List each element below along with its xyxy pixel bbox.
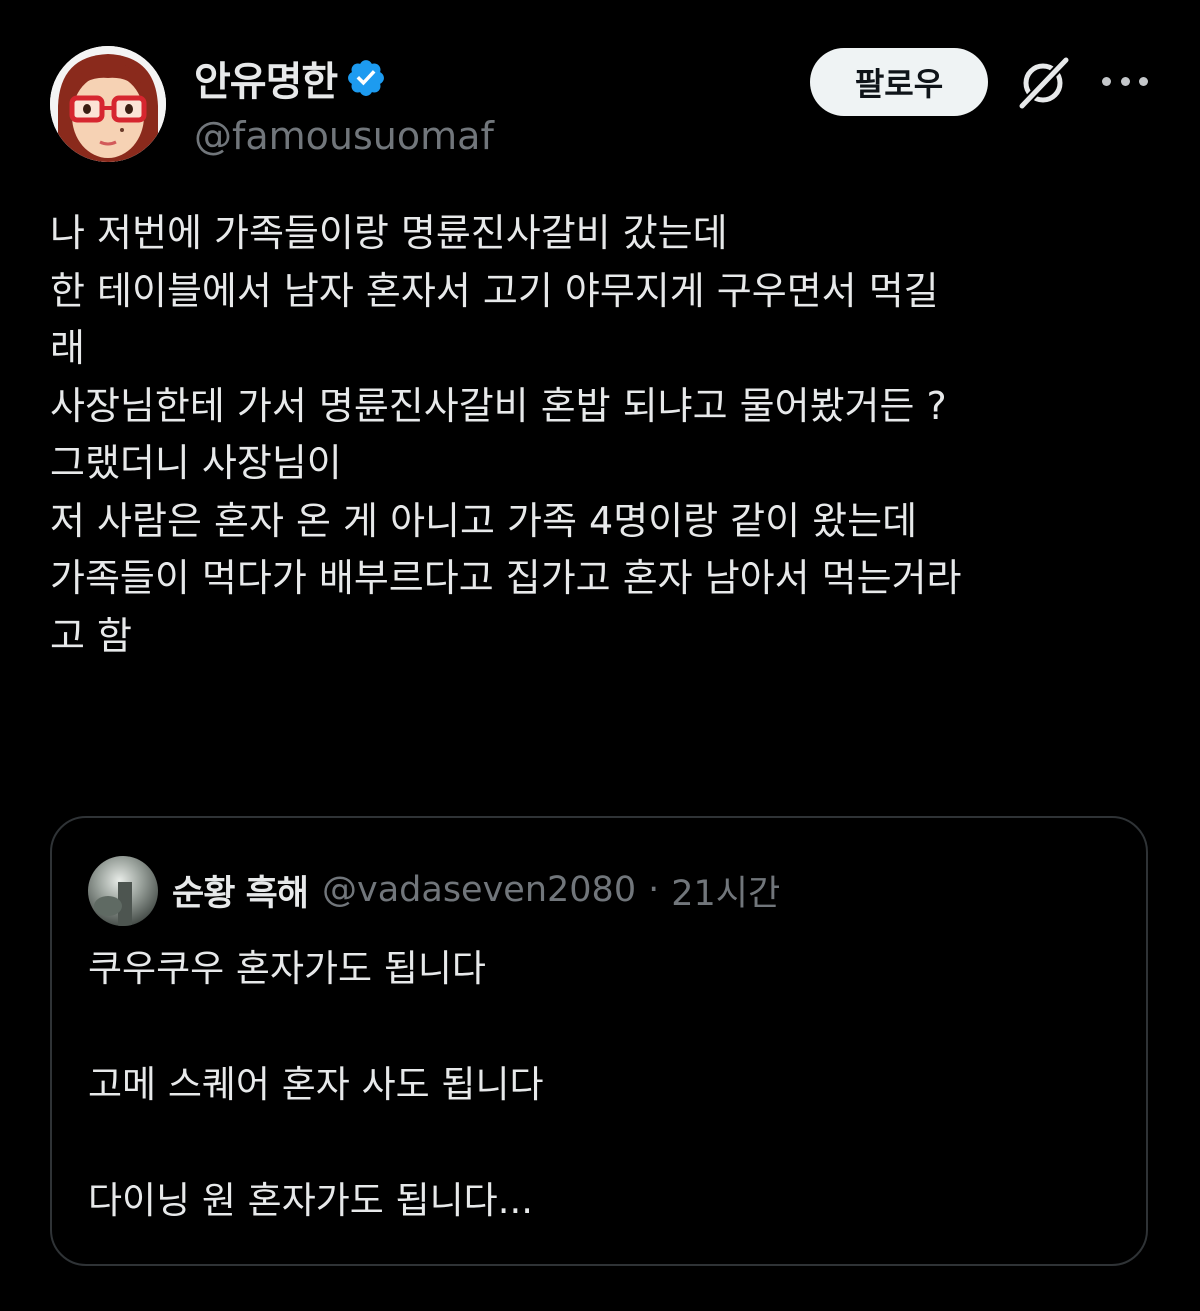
- tweet-text-line: 사장님한테 가서 명륜진사갈비 혼밥 되냐고 물어봤거든 ?: [50, 383, 947, 428]
- quoted-text-line: [88, 1114, 1108, 1172]
- tweet-text-line: 가족들이 먹다가 배부르다고 집가고 혼자 남아서 먹는거라: [50, 556, 962, 600]
- more-dot: [1102, 76, 1111, 86]
- quoted-text-line: 다이닝 원 혼자가도 됩니다...: [88, 1179, 534, 1222]
- author-handle[interactable]: @famousuomaf: [194, 114, 494, 158]
- more-dot: [1120, 76, 1130, 86]
- tweet-text-line: 그랬더니 사장님이: [50, 441, 342, 485]
- tweet-text-line: 나 저번에 가족들이랑 명륜진사갈비 갔는데: [50, 211, 728, 255]
- tweet-text-line: 고 함: [50, 613, 132, 658]
- quoted-text-line: [88, 998, 1108, 1056]
- tweet-text-line: 저 사람은 혼자 온 게 아니고 가족 4명이랑 같이 왔는데: [50, 498, 918, 543]
- quoted-tweet-header: 순황 흑해 @vadaseven2080 · 21시간: [172, 860, 780, 920]
- mii-avatar-icon: [50, 46, 166, 162]
- more-dot: [1139, 76, 1148, 86]
- author-display-name[interactable]: 안유명한: [194, 49, 338, 107]
- follow-button[interactable]: 팔로우: [810, 48, 988, 116]
- more-options-icon[interactable]: [1102, 66, 1148, 96]
- quoted-author-handle[interactable]: @vadaseven2080: [322, 870, 636, 910]
- grok-icon[interactable]: [1014, 54, 1072, 112]
- quoted-tweet-body: 쿠우쿠우 혼자가도 됩니다 고메 스퀘어 혼자 사도 됩니다 다이닝 원 혼자가…: [88, 940, 1108, 1230]
- quoted-author-avatar[interactable]: [88, 856, 158, 926]
- author-avatar[interactable]: [50, 46, 166, 162]
- quoted-text-line: 쿠우쿠우 혼자가도 됩니다: [88, 947, 486, 990]
- verified-badge-icon[interactable]: [345, 57, 387, 99]
- quoted-text-line: 고메 스퀘어 혼자 사도 됩니다: [88, 1063, 544, 1106]
- quoted-tweet-time[interactable]: 21시간: [671, 865, 780, 916]
- tweet-text-line: 래: [50, 326, 85, 370]
- tweet-header: 안유명한 @famousuomaf 팔로우: [50, 46, 1150, 166]
- quoted-author-name[interactable]: 순황 흑해: [172, 865, 309, 916]
- author-name-row: 안유명한: [194, 50, 387, 106]
- quoted-avatar-photo-icon: [88, 856, 158, 926]
- separator-dot: ·: [648, 870, 660, 910]
- tweet-text-line: 한 테이블에서 남자 혼자서 고기 야무지게 구우면서 먹길: [50, 268, 939, 313]
- quoted-tweet-card[interactable]: 순황 흑해 @vadaseven2080 · 21시간 쿠우쿠우 혼자가도 됩니…: [50, 816, 1148, 1266]
- tweet-body: 나 저번에 가족들이랑 명륜진사갈비 갔는데 한 테이블에서 남자 혼자서 고기…: [50, 205, 1160, 665]
